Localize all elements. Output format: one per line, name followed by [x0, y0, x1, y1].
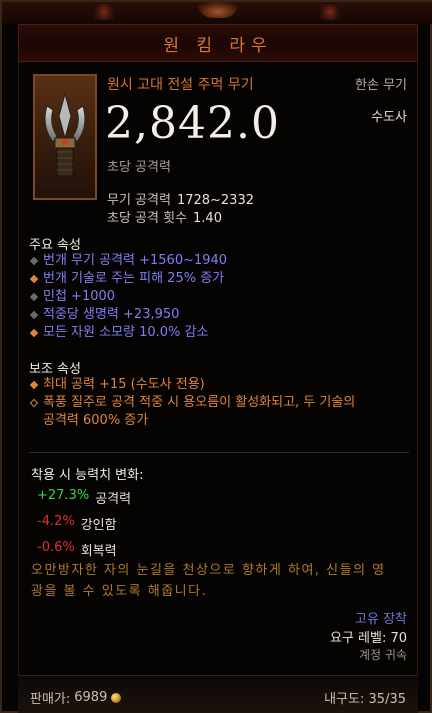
attribute-text: 민첩 +1000 — [43, 289, 116, 304]
item-type: 원시 고대 전설 주먹 무기 — [107, 77, 254, 93]
diamond-bullet-icon — [29, 292, 39, 302]
stat-change-row: +27.3% 공격력 — [37, 488, 131, 507]
primary-section-title: 주요 속성 — [29, 238, 81, 253]
attribute-text: 번개 기술로 주는 피해 25% 증가 — [43, 271, 225, 286]
primary-attribute: 번개 무기 공격력 +1560~1940 — [29, 252, 228, 270]
primary-attributes: 번개 무기 공격력 +1560~1940 번개 기술로 주는 피해 25% 증가… — [29, 252, 228, 342]
weapon-damage-label: 무기 공격력 — [107, 193, 171, 208]
ornament-left-icon — [94, 4, 114, 20]
sell-price: 판매가: 6989 — [30, 688, 122, 707]
attribute-text: 번개 무기 공격력 +1560~1940 — [43, 253, 228, 268]
legendary-bullet-icon — [29, 274, 39, 284]
legendary-bullet-icon — [29, 380, 39, 390]
stat-change-label: 공격력 — [95, 492, 132, 507]
flavor-line1: 오만방자한 자의 눈길을 천상으로 향하게 하여, 신들의 영 — [31, 563, 386, 578]
legendary-power-text: 폭풍 질주로 공격 적중 시 용오름이 활성화되고, 두 기술의 공격력 600… — [43, 394, 355, 430]
legendary-power-line2: 공격력 600% 증가 — [43, 413, 149, 428]
secondary-attributes: 최대 공력 +15 (수도사 전용) 폭풍 질주로 공격 적중 시 용오름이 활… — [29, 376, 355, 430]
attack-speed-value: 1.40 — [193, 211, 222, 226]
stat-change-value: -4.2% — [37, 514, 75, 529]
item-header: 원 킴 라우 — [18, 24, 418, 62]
legendary-bullet-icon — [29, 328, 39, 338]
required-level: 요구 레벨: 70 — [329, 631, 407, 646]
dps-label: 초당 공격력 — [107, 160, 171, 175]
weapon-damage-value: 1728~2332 — [176, 193, 254, 208]
gold-coin-icon — [111, 692, 122, 703]
weapon-stats: 무기 공격력 1728~2332 초당 공격 횟수 1.40 — [107, 192, 254, 228]
stat-change-row: -0.6% 회복력 — [37, 540, 117, 559]
secondary-attribute: 최대 공력 +15 (수도사 전용) — [29, 376, 355, 394]
item-portrait — [33, 74, 97, 200]
primary-attribute: 적중당 생명력 +23,950 — [29, 306, 227, 324]
attribute-text: 최대 공력 +15 (수도사 전용) — [43, 377, 205, 392]
durability: 내구도: 35/35 — [324, 692, 406, 707]
item-hand: 한손 무기 — [355, 78, 407, 93]
attribute-text: 적중당 생명력 +23,950 — [43, 307, 180, 322]
section-divider — [29, 452, 409, 453]
ornament-center-icon — [198, 2, 238, 18]
dps-value: 2,842.0 — [105, 98, 280, 149]
attribute-text: 모든 자원 소모량 10.0% 감소 — [43, 325, 209, 340]
stat-change-value: +27.3% — [37, 488, 90, 503]
fist-weapon-icon — [44, 92, 86, 177]
weapon-damage-row: 무기 공격력 1728~2332 — [107, 192, 254, 210]
diamond-bullet-icon — [29, 256, 39, 266]
sell-label: 판매가: — [30, 692, 71, 707]
legendary-power-line1: 폭풍 질주로 공격 적중 시 용오름이 활성화되고, 두 기술의 — [43, 395, 356, 410]
secondary-attribute: 폭풍 질주로 공격 적중 시 용오름이 활성화되고, 두 기술의 공격력 600… — [29, 394, 355, 430]
unique-equipped: 고유 장착 — [355, 612, 407, 627]
stat-change-value: -0.6% — [37, 540, 75, 555]
diamond-bullet-icon — [29, 310, 39, 320]
flavor-line2: 광을 볼 수 있도록 해줍니다. — [31, 584, 208, 599]
primary-attribute: 모든 자원 소모량 10.0% 감소 — [29, 324, 227, 342]
stat-change-label: 회복력 — [80, 544, 117, 559]
account-bound: 계정 귀속 — [359, 648, 407, 662]
primary-attribute: 번개 기술로 주는 피해 25% 증가 — [29, 270, 227, 288]
stat-change-label: 강인함 — [80, 518, 117, 533]
attack-speed-row: 초당 공격 횟수 1.40 — [107, 210, 254, 228]
top-ornament — [2, 2, 432, 24]
flavor-text: 오만방자한 자의 눈길을 천상으로 향하게 하여, 신들의 영 광을 볼 수 있… — [31, 560, 411, 602]
item-tooltip: 원 킴 라우 원시 고대 전설 주먹 무기 한손 무기 수도사 2,842.0 … — [0, 0, 432, 713]
stat-change-row: -4.2% 강인함 — [37, 514, 117, 533]
ornament-right-icon — [320, 4, 340, 20]
item-name: 원 킴 라우 — [163, 35, 273, 56]
attack-speed-label: 초당 공격 횟수 — [107, 211, 188, 226]
stat-change-title: 착용 시 능력치 변화: — [31, 468, 144, 483]
tooltip-footer: 판매가: 6989 내구도: 35/35 — [18, 675, 418, 713]
sell-value: 6989 — [74, 690, 108, 705]
secondary-section-title: 보조 속성 — [29, 362, 81, 377]
tooltip-body: 원시 고대 전설 주먹 무기 한손 무기 수도사 2,842.0 초당 공격력 … — [18, 62, 418, 675]
class-requirement: 수도사 — [371, 110, 407, 125]
primary-attribute: 민첩 +1000 — [29, 288, 227, 306]
legendary-outline-bullet-icon — [29, 398, 39, 408]
